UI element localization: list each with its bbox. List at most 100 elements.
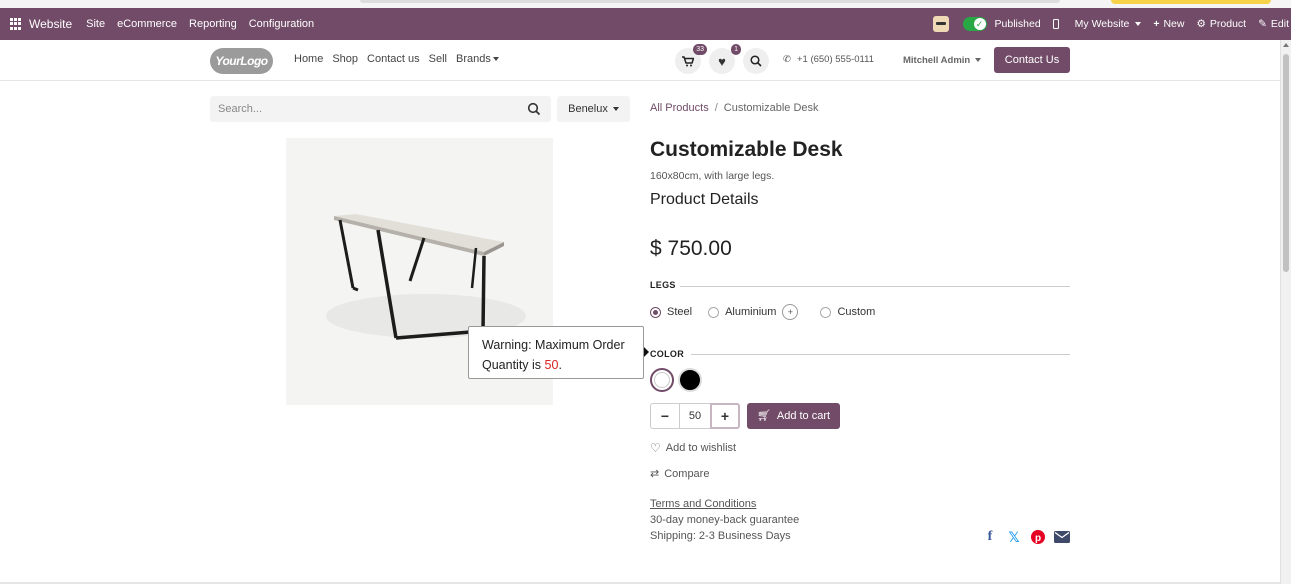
- product-title: Customizable Desk: [650, 138, 843, 161]
- add-to-wishlist-link[interactable]: ♡ Add to wishlist: [650, 441, 736, 455]
- product-description: 160x80cm, with large legs.: [650, 170, 775, 182]
- compare-link[interactable]: ⇄ Compare: [650, 467, 710, 481]
- nav-home[interactable]: Home: [294, 53, 323, 65]
- quantity-input[interactable]: 50: [680, 403, 710, 429]
- facebook-icon[interactable]: f: [982, 529, 998, 545]
- nav-brands[interactable]: Brands: [456, 53, 499, 65]
- my-website-dropdown[interactable]: My Website: [1075, 18, 1142, 30]
- admin-menu-site[interactable]: Site: [86, 18, 105, 30]
- edit-label: Edit: [1270, 18, 1289, 30]
- new-button[interactable]: + New: [1153, 18, 1184, 30]
- product-button[interactable]: ⚙ Product: [1196, 18, 1246, 30]
- breadcrumb-current: Customizable Desk: [723, 102, 819, 114]
- legs-option-steel[interactable]: Steel: [667, 306, 692, 318]
- legs-option-custom[interactable]: Custom: [837, 306, 875, 318]
- email-icon[interactable]: [1054, 529, 1070, 545]
- caret-down-icon: [612, 107, 619, 112]
- radio-aluminium[interactable]: [708, 306, 720, 318]
- nav-sell[interactable]: Sell: [429, 53, 447, 65]
- add-to-cart-button[interactable]: 🛒︎ Add to cart: [747, 403, 840, 429]
- cart-button[interactable]: 33: [675, 44, 707, 74]
- legs-option-aluminium[interactable]: Aluminium: [725, 306, 776, 318]
- radio-steel[interactable]: [650, 306, 661, 318]
- pencil-icon: ✎: [1258, 18, 1267, 30]
- contact-us-button[interactable]: Contact Us: [994, 47, 1070, 73]
- radio-custom[interactable]: [820, 306, 832, 318]
- heart-outline-icon: ♡: [650, 441, 661, 455]
- published-label: Published: [994, 18, 1041, 30]
- mobile-preview-button[interactable]: [1052, 19, 1063, 29]
- color-swatch-black[interactable]: [678, 368, 702, 392]
- extra-price-icon: +: [782, 304, 799, 320]
- breadcrumb-all-products[interactable]: All Products: [650, 102, 709, 114]
- product-label: Product: [1209, 18, 1247, 30]
- top-sliver-bar: [360, 0, 1060, 3]
- admin-bar-right: Published My Website + New ⚙ Product ✎ E…: [932, 8, 1291, 40]
- admin-menu-ecommerce[interactable]: eCommerce: [117, 18, 177, 30]
- my-website-label: My Website: [1074, 18, 1130, 30]
- quantity-decrease-button[interactable]: −: [650, 403, 680, 429]
- header-phone[interactable]: ✆ +1 (650) 555-0111: [783, 54, 874, 65]
- nav-contact-us[interactable]: Contact us: [367, 53, 420, 65]
- site-logo[interactable]: YourLogo: [210, 48, 273, 74]
- color-swatch-white[interactable]: [650, 368, 674, 392]
- apps-grid-icon[interactable]: [10, 18, 22, 30]
- caret-down-icon: [1135, 22, 1142, 26]
- compare-label: Compare: [664, 467, 710, 480]
- user-name: Mitchell Admin: [903, 55, 971, 66]
- shipping-text: Shipping: 2-3 Business Days: [650, 530, 791, 542]
- nav-shop[interactable]: Shop: [332, 53, 358, 65]
- pricelist-label: Benelux: [568, 103, 608, 115]
- wishlist-label: Add to wishlist: [665, 442, 737, 454]
- caret-down-icon: [492, 57, 499, 62]
- product-search: [210, 96, 551, 122]
- new-label: New: [1163, 18, 1185, 30]
- search-icon[interactable]: [527, 102, 541, 116]
- search-input[interactable]: [210, 96, 510, 122]
- legs-divider: [680, 286, 1070, 287]
- admin-menu-reporting[interactable]: Reporting: [189, 18, 237, 30]
- publish-switch-icon[interactable]: [962, 17, 987, 31]
- page-scrollbar[interactable]: [1280, 40, 1291, 584]
- phone-number: +1 (650) 555-0111: [796, 54, 874, 65]
- user-menu[interactable]: Mitchell Admin: [903, 55, 982, 66]
- caret-down-icon: [975, 58, 982, 63]
- product-details-heading: Product Details: [650, 191, 759, 208]
- search-icon: [750, 55, 762, 67]
- breadcrumb: All Products / Customizable Desk: [650, 102, 819, 114]
- scroll-up-arrow-icon[interactable]: [1283, 43, 1289, 47]
- publish-toggle[interactable]: Published: [962, 17, 1041, 31]
- main-nav: Home Shop Contact us Sell Brands: [294, 53, 499, 65]
- cart-count-badge: 33: [693, 44, 707, 55]
- pinterest-icon[interactable]: p: [1030, 529, 1046, 545]
- mobile-icon: [1052, 19, 1059, 29]
- website-admin-bar: Website Site eCommerce Reporting Configu…: [0, 8, 1291, 40]
- edit-button[interactable]: ✎ Edit: [1258, 18, 1291, 30]
- nav-brands-label: Brands: [455, 53, 491, 65]
- pricelist-dropdown[interactable]: Benelux: [557, 96, 630, 122]
- warning-period: .: [558, 358, 562, 372]
- top-sliver-pill: [1111, 0, 1271, 4]
- x-icon[interactable]: 𝕏: [1006, 529, 1022, 545]
- cart-icon: 🛒︎: [756, 410, 771, 422]
- plus-icon: +: [1153, 18, 1160, 30]
- cart-icon: [682, 55, 694, 66]
- wishlist-count-badge: 1: [731, 44, 741, 55]
- wishlist-button[interactable]: ♥ 1: [709, 44, 741, 74]
- admin-brand[interactable]: Website: [29, 17, 72, 31]
- social-share: f 𝕏 p: [982, 529, 1070, 545]
- quantity-stepper: − 50 +: [650, 403, 740, 429]
- user-avatar[interactable]: [932, 16, 949, 32]
- legs-attribute-title: LEGS: [650, 280, 676, 290]
- quantity-increase-button[interactable]: +: [710, 403, 740, 429]
- max-quantity-warning-tooltip: Warning: Maximum Order Quantity is 50.: [468, 326, 649, 379]
- terms-link[interactable]: Terms and Conditions: [650, 498, 756, 510]
- scrollbar-thumb[interactable]: [1283, 54, 1289, 272]
- warning-max-quantity: 50: [544, 358, 559, 372]
- compare-icon: ⇄: [650, 468, 660, 480]
- site-header: YourLogo Home Shop Contact us Sell Brand…: [0, 40, 1280, 81]
- gear-icon: ⚙: [1196, 18, 1206, 30]
- search-toggle-button[interactable]: [743, 48, 769, 74]
- admin-menu-configuration[interactable]: Configuration: [249, 18, 314, 30]
- svg-text:p: p: [1035, 533, 1041, 544]
